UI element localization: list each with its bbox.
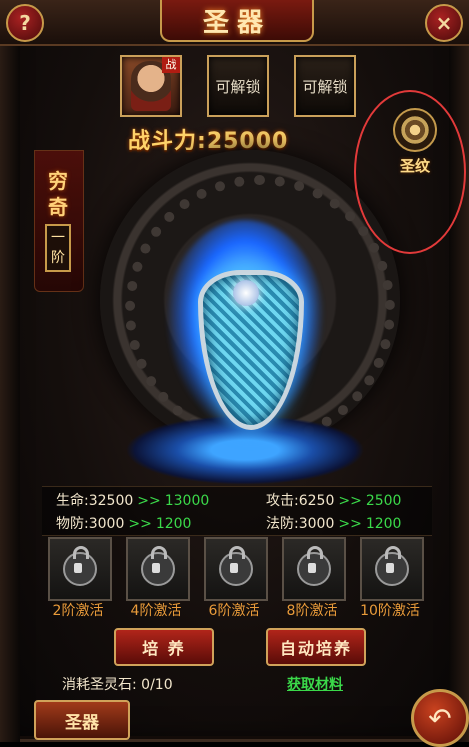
close-icon: ×	[435, 11, 453, 35]
page-title: 圣器	[202, 7, 271, 38]
tab-sacred-artifact[interactable]: 圣器	[34, 700, 130, 740]
warrior-badge: 战	[162, 57, 180, 73]
stat-label: 法防:	[266, 516, 299, 532]
locked-slot[interactable]	[204, 537, 268, 601]
lock-icon	[219, 546, 253, 586]
slot-label: 可解锁	[215, 77, 261, 96]
locked-slot[interactable]	[48, 537, 112, 601]
arrow-icon: >>	[338, 516, 362, 532]
lock-icon	[297, 546, 331, 586]
stat-hp: 生命:32500 >> 13000	[56, 490, 209, 510]
unlockable-slot-2[interactable]: 可解锁	[294, 55, 356, 117]
title-plate: 圣器	[160, 0, 314, 42]
stat-current: 6250	[298, 493, 335, 509]
unlockable-slot-1[interactable]: 可解锁	[207, 55, 269, 117]
stat-next: 1200	[365, 516, 402, 532]
arrow-icon: >>	[128, 516, 152, 532]
rank-name-1: 穷	[48, 169, 68, 193]
lock-label: 6阶激活	[208, 603, 260, 619]
stats: 生命:32500 >> 13000 攻击:6250 >> 2500 物防:3000 >> 1…	[42, 486, 432, 536]
consume-label: 消耗圣灵石:	[62, 677, 137, 693]
consume-value: 0/10	[141, 677, 173, 693]
lock-label: 10阶激活	[360, 603, 420, 619]
consume-info: 消耗圣灵石: 0/10	[62, 674, 173, 694]
stat-pdef: 物防:3000 >> 1200	[56, 513, 191, 533]
rank-display: 穷 奇 一阶	[40, 168, 76, 272]
top-bar: ? 圣器 ×	[0, 0, 469, 46]
stat-next: 2500	[365, 493, 402, 509]
power-label: 战斗力:	[128, 129, 207, 154]
auto-train-button[interactable]: 自动培养	[266, 628, 366, 666]
pattern-label: 圣纹	[399, 157, 430, 175]
lock-icon	[141, 546, 175, 586]
train-button[interactable]: 培 养	[114, 628, 214, 666]
locked-slot[interactable]	[282, 537, 346, 601]
stat-label: 攻击:	[266, 493, 299, 509]
locked-slot[interactable]	[360, 537, 424, 601]
stat-current: 32500	[88, 493, 134, 509]
stat-next: 1200	[155, 516, 192, 532]
stat-next: 13000	[164, 493, 210, 509]
back-arrow-icon: ↶	[428, 701, 452, 735]
help-icon: ?	[19, 11, 31, 35]
stat-current: 3000	[88, 516, 125, 532]
lock-icon	[63, 546, 97, 586]
slot-label: 可解锁	[302, 77, 348, 96]
stat-label: 生命:	[56, 493, 89, 509]
get-material-link[interactable]: 获取材料	[287, 674, 343, 694]
arrow-icon: >>	[338, 493, 362, 509]
lock-label: 4阶激活	[130, 603, 182, 619]
hero-slot[interactable]: 战	[120, 55, 182, 117]
stat-label: 物防:	[56, 516, 89, 532]
stat-atk: 攻击:6250 >> 2500	[266, 490, 401, 510]
stat-mdef: 法防:3000 >> 1200	[266, 513, 401, 533]
locked-slots: 2阶激活 4阶激活 6阶激活 8阶激活 10阶激活	[48, 537, 428, 619]
sacred-pattern-button[interactable]: 圣纹	[380, 108, 450, 188]
stat-current: 3000	[298, 516, 335, 532]
rank-tier: 一阶	[45, 224, 71, 272]
pattern-icon	[393, 108, 437, 152]
arrow-icon: >>	[137, 493, 161, 509]
left-border	[0, 44, 20, 742]
help-button[interactable]: ?	[6, 4, 44, 42]
close-button[interactable]: ×	[425, 4, 463, 42]
lock-label: 8阶激活	[286, 603, 338, 619]
back-button[interactable]: ↶	[411, 689, 469, 747]
rank-name-2: 奇	[48, 195, 68, 219]
lock-label: 2阶激活	[52, 603, 104, 619]
shield-gem	[233, 280, 259, 306]
lock-icon	[375, 546, 409, 586]
locked-slot[interactable]	[126, 537, 190, 601]
